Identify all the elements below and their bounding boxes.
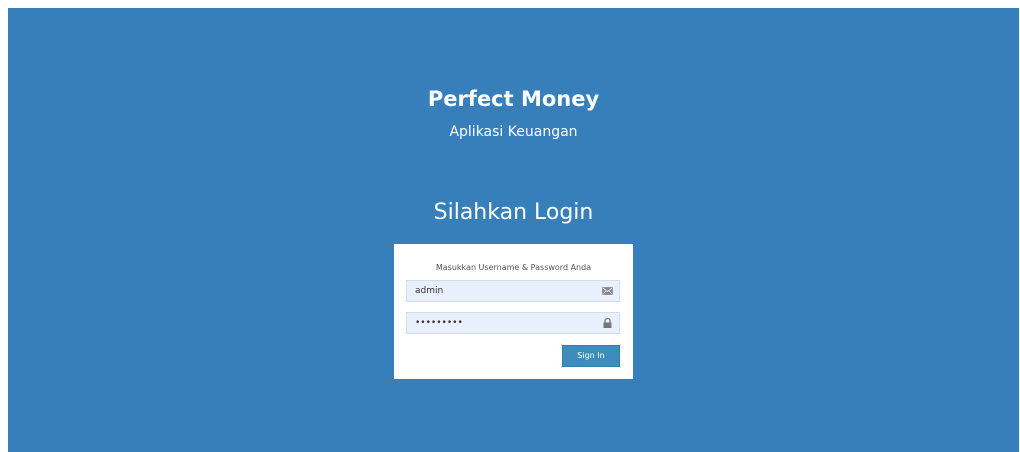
- login-page: Perfect Money Aplikasi Keuangan Silahkan…: [8, 8, 1019, 452]
- username-input[interactable]: [407, 281, 605, 301]
- lock-icon: [603, 318, 612, 328]
- app-title: Perfect Money: [427, 87, 600, 111]
- login-heading: Silahkan Login: [433, 200, 594, 225]
- envelope-icon: [602, 287, 613, 295]
- username-field-wrapper: [406, 280, 620, 302]
- login-box: Masukkan Username & Password Anda Sign I…: [394, 244, 633, 379]
- app-subtitle: Aplikasi Keuangan: [449, 124, 578, 140]
- sign-in-button[interactable]: Sign In: [562, 345, 620, 367]
- password-field-wrapper: [406, 312, 620, 334]
- password-input[interactable]: [407, 313, 605, 333]
- login-message: Masukkan Username & Password Anda: [435, 263, 592, 272]
